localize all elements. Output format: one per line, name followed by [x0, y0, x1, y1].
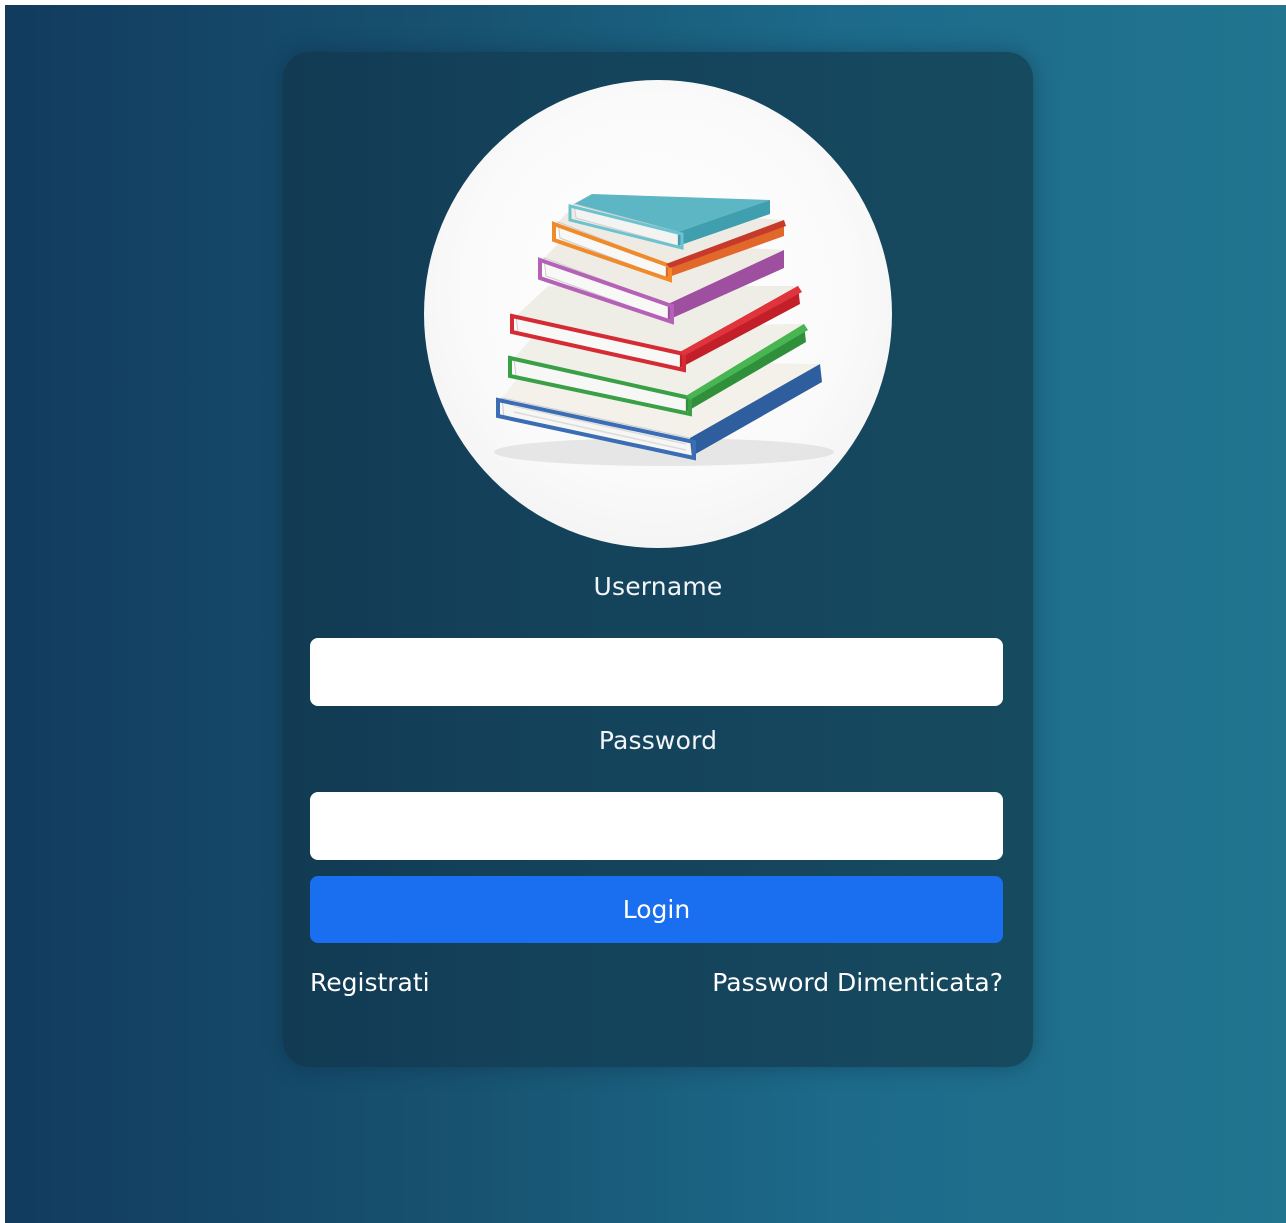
password-input[interactable]: [310, 792, 1003, 860]
stack-of-books-icon: [494, 194, 834, 466]
username-input[interactable]: [310, 638, 1003, 706]
forgot-password-link[interactable]: Password Dimenticata?: [712, 968, 1003, 998]
login-card: Username Password Login Registrati Passw…: [283, 52, 1033, 1067]
logo-circle: [424, 80, 892, 548]
password-label: Password: [598, 726, 718, 755]
page-background: Username Password Login Registrati Passw…: [5, 5, 1286, 1223]
login-button[interactable]: Login: [310, 876, 1003, 943]
register-link[interactable]: Registrati: [310, 968, 430, 998]
username-label: Username: [593, 572, 723, 601]
